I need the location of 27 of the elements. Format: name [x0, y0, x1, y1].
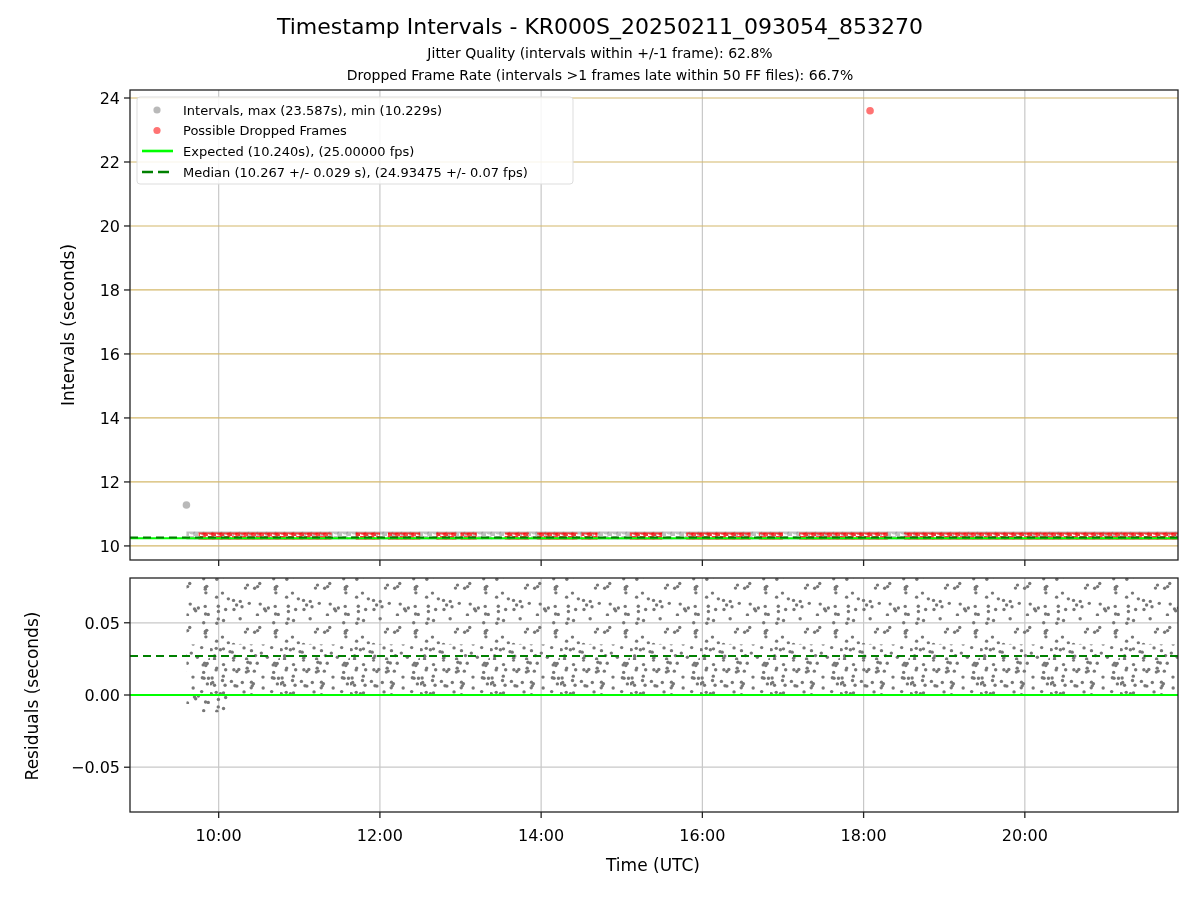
figure-subtitle: Jitter Quality (intervals within +/-1 frame): 62.8% [427, 44, 773, 62]
tick-label: 12 [99, 472, 120, 492]
legend-label: Expected (10.240s), (25.00000 fps) [183, 143, 415, 159]
tick-label: 18 [99, 280, 120, 300]
axis-label: Time (UTC) [606, 855, 700, 875]
tick-label: 0.05 [84, 613, 120, 633]
tick-label: 14:00 [518, 826, 565, 845]
figure-subtitle: Dropped Frame Rate (intervals >1 frames late within 50 FF files): 66.7% [346, 66, 854, 84]
legend-label: Intervals, max (23.587s), min (10.229s) [183, 102, 442, 118]
tick-label: 24 [99, 89, 120, 108]
tick-label: 0.00 [84, 686, 120, 705]
tick-label: 16:00 [679, 826, 726, 845]
tick-label: 10 [99, 536, 120, 556]
tick-label: 16 [99, 344, 120, 364]
tick-label: 14 [99, 408, 120, 428]
tick-label: 22 [99, 153, 120, 172]
axis-label: Intervals (seconds) [58, 243, 78, 407]
axis-label: Residuals (seconds) [22, 611, 42, 781]
figure-title: Timestamp Intervals - KR000S_20250211_093054_853270 [276, 14, 923, 40]
tick-label: 20:00 [1001, 826, 1048, 845]
tick-label: 10:00 [195, 826, 242, 845]
tick-label: 20 [99, 217, 120, 236]
legend-label: Median (10.267 +/- 0.029 s), (24.93475 +/- 0.07 fps) [183, 164, 528, 180]
tick-label: 18:00 [840, 826, 887, 845]
tick-label: 12:00 [356, 826, 403, 845]
legend-label: Possible Dropped Frames [183, 123, 347, 138]
tick-label: −0.05 [70, 758, 120, 778]
